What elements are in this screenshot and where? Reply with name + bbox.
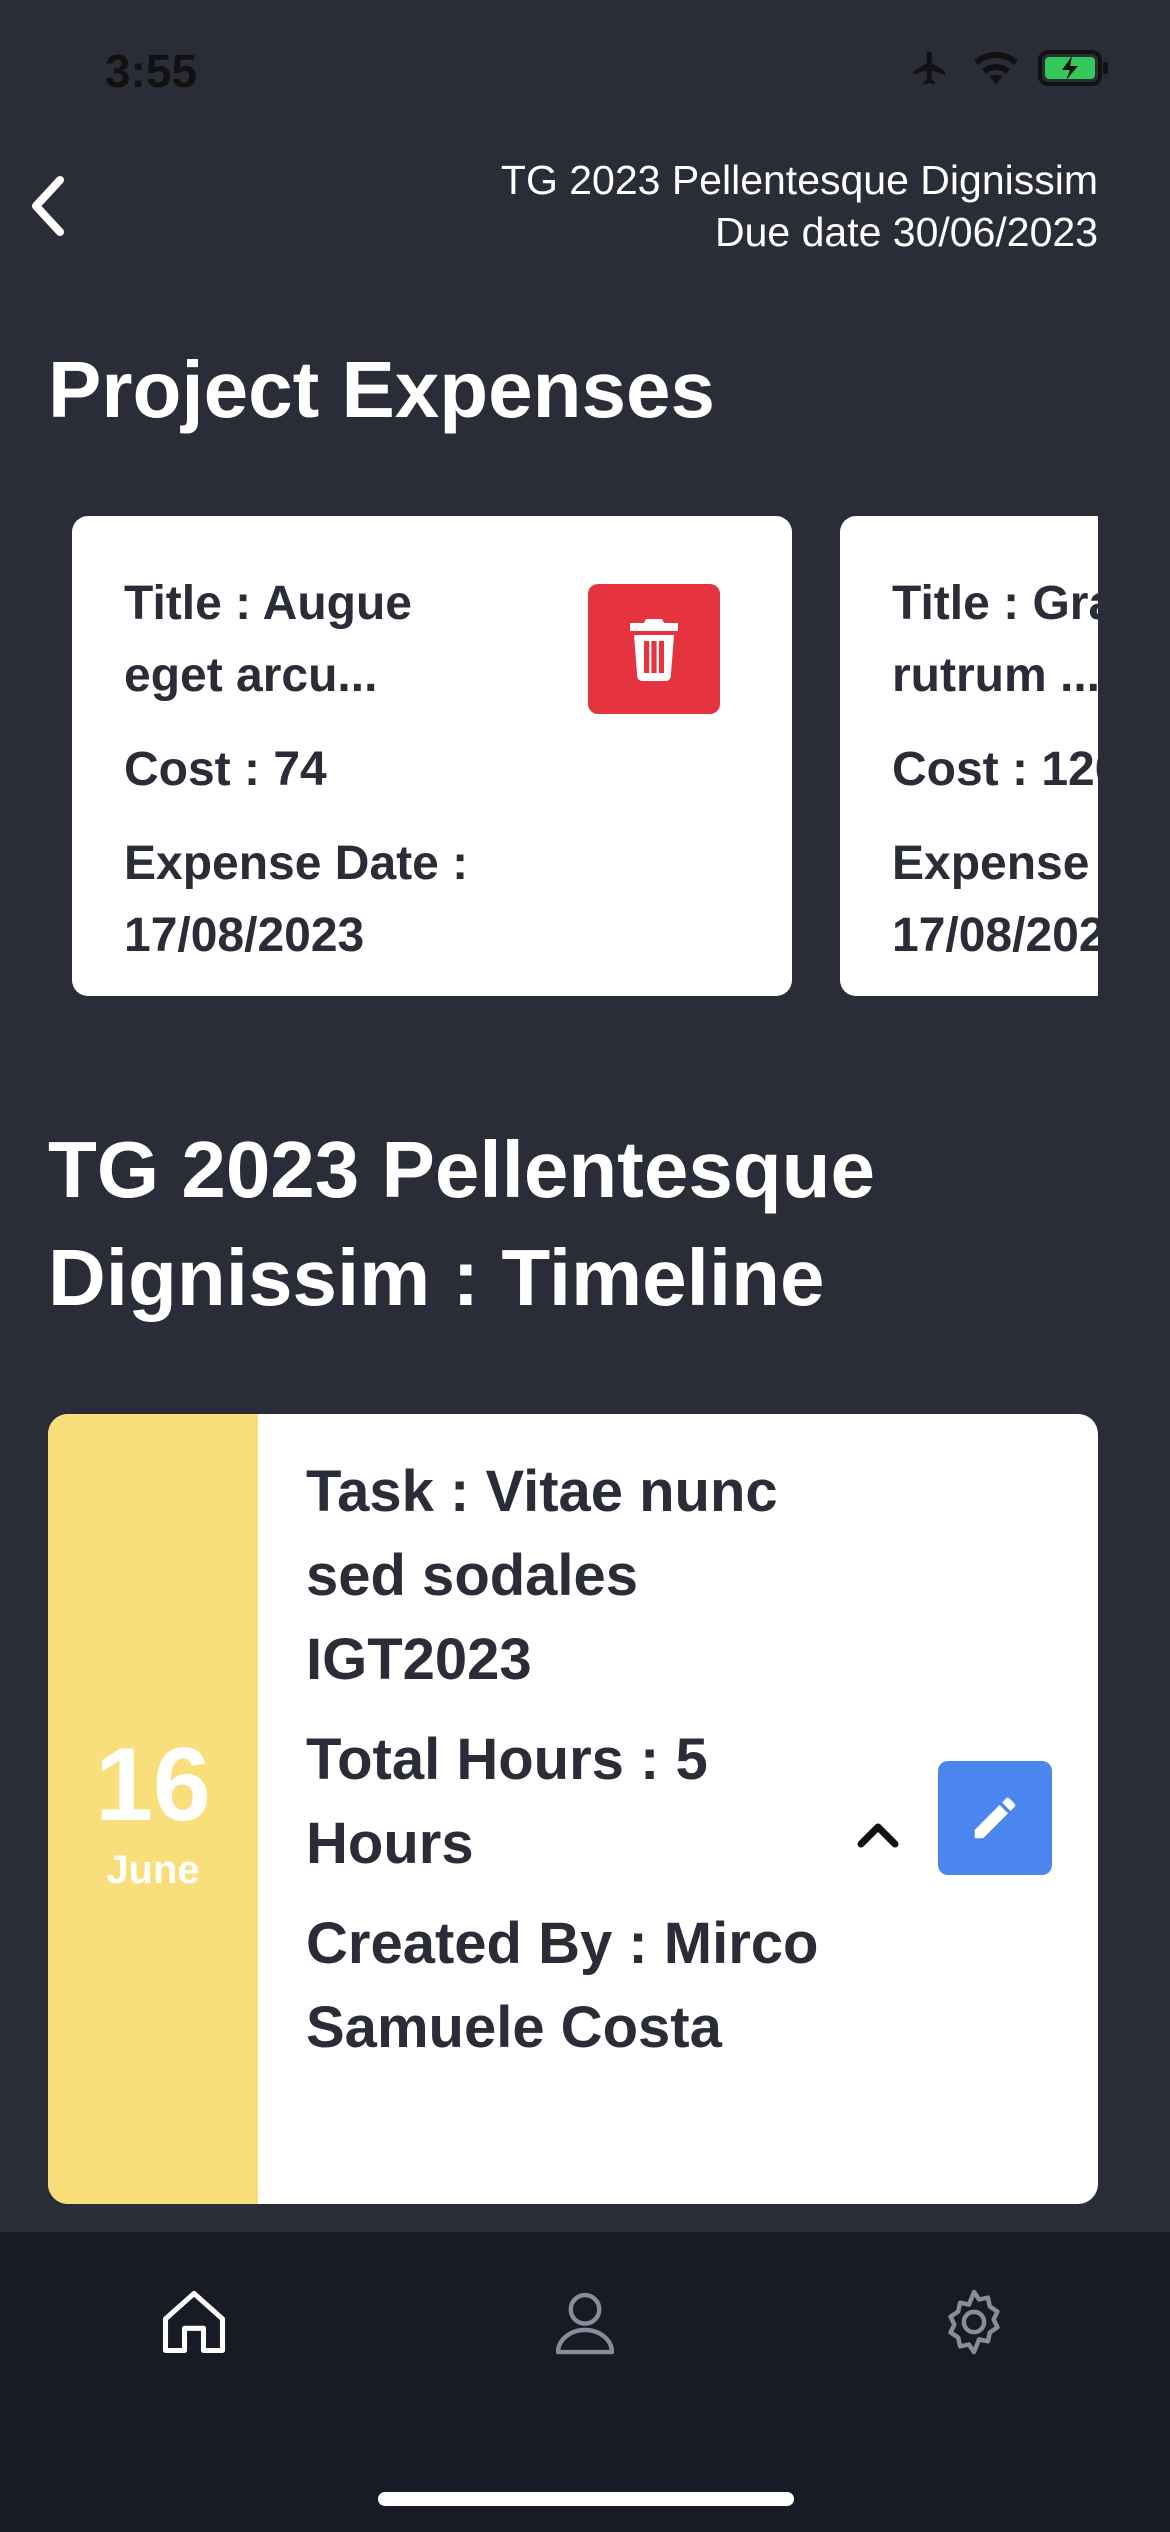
status-time: 3:55 <box>105 45 198 97</box>
chevron-up-icon <box>857 1823 899 1848</box>
delete-expense-button[interactable] <box>588 584 720 714</box>
timeline-hours: Total Hours : 5 Hours <box>306 1727 708 1876</box>
timeline-task: Task : Vitae nunc sed sodales IGT2023 <box>306 1459 778 1692</box>
trash-icon <box>630 619 678 681</box>
expense-title: Title : Gravida rutrum ... <box>892 577 1098 702</box>
timeline-day: 16 <box>95 1727 211 1843</box>
header-project-name: TG 2023 Pellentesque Dignissim <box>500 157 1098 203</box>
header-due-date: Due date 30/06/2023 <box>715 209 1098 255</box>
gear-icon <box>948 2289 1000 2355</box>
nav-home[interactable] <box>134 2272 254 2372</box>
timeline-details: Task : Vitae nunc sed sodales IGT2023 To… <box>306 1450 826 2086</box>
back-chevron-icon <box>32 176 64 236</box>
status-icons <box>906 48 1110 88</box>
expense-date-label: Expense Date : <box>124 837 469 890</box>
airplane-icon <box>913 51 945 85</box>
timeline-date-band: 16 June <box>48 1414 258 2204</box>
user-icon <box>555 2292 615 2355</box>
expense-carousel[interactable]: Title : Augue eget arcu... Cost : 74 Exp… <box>48 516 1098 996</box>
timeline-entry-card[interactable]: 16 June Task : Vitae nunc sed sodales IG… <box>48 1414 1098 2204</box>
expense-card[interactable]: Title : Gravida rutrum ... Cost : 120 Ex… <box>840 516 1098 996</box>
expense-cost: Cost : 120 <box>892 743 1098 796</box>
expense-date: 17/08/2023 <box>124 909 365 962</box>
back-button[interactable] <box>20 168 90 244</box>
header-project-info: TG 2023 Pellentesque Dignissim Due date … <box>501 154 1098 258</box>
timeline-created-by: Created By : Mirco Samuele Costa <box>306 1911 819 2060</box>
battery-charging-icon <box>1038 50 1108 86</box>
home-indicator[interactable] <box>378 2492 794 2506</box>
expense-cost: Cost : 74 <box>124 743 327 796</box>
expense-date-label: Expense Date : <box>892 837 1098 890</box>
timeline-section-title: TG 2023 Pellentesque Dignissim : Timelin… <box>48 1125 876 1322</box>
nav-profile[interactable] <box>525 2272 645 2372</box>
expense-card[interactable]: Title : Augue eget arcu... Cost : 74 Exp… <box>72 516 792 996</box>
expenses-section-title: Project Expenses <box>48 345 715 434</box>
expense-date: 17/08/2023 <box>892 909 1098 962</box>
pencil-icon <box>974 1797 1016 1839</box>
nav-settings[interactable] <box>914 2272 1034 2372</box>
timeline-month: June <box>106 1848 200 1892</box>
expense-title: Title : Augue eget arcu... <box>124 577 412 702</box>
home-icon <box>162 2290 226 2354</box>
collapse-button[interactable] <box>838 1794 918 1874</box>
edit-timeline-button[interactable] <box>938 1761 1052 1875</box>
wifi-icon <box>974 51 1018 84</box>
